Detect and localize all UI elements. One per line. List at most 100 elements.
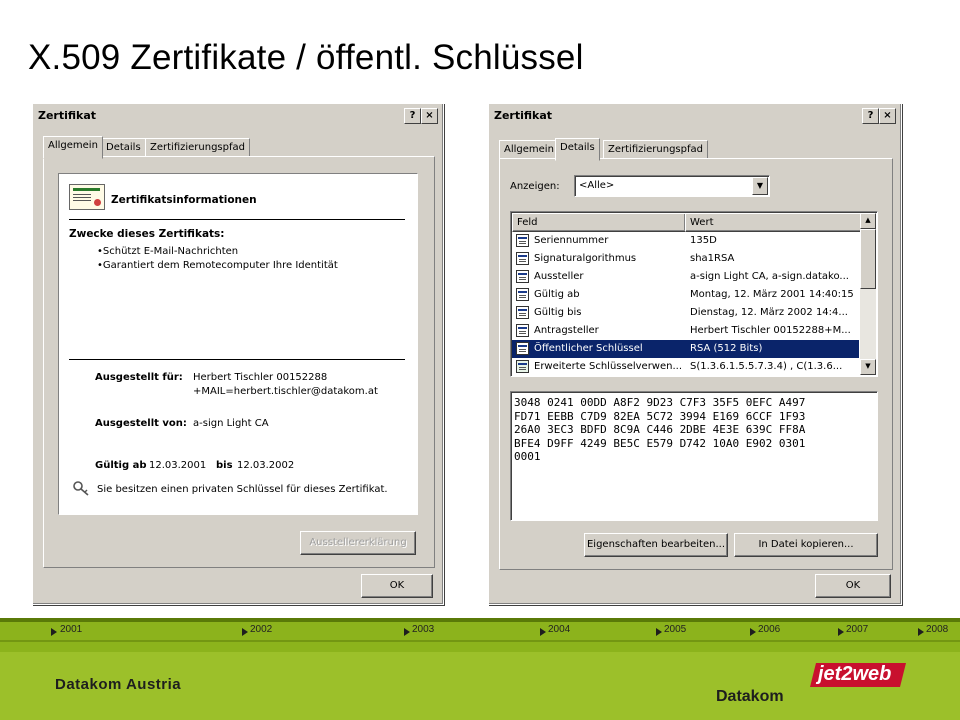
certificate-dialog-general: Zertifikat ? × Allgemein Details Zertifi… [32,103,444,605]
hex-line: 3048 0241 00DD A8F2 9D23 C7F3 35F5 0EFC … [514,396,806,409]
row-field: Öffentlicher Schlüssel [534,343,643,354]
value-detail-box[interactable]: 3048 0241 00DD A8F2 9D23 C7F3 35F5 0EFC … [510,391,878,521]
dialog-titlebar: Zertifikat ? × [491,106,899,128]
extension-icon [516,360,529,373]
scroll-up-icon[interactable]: ▲ [860,213,876,229]
table-row[interactable]: Antragsteller Herbert Tischler 00152288+M… [512,322,859,340]
close-button[interactable]: × [421,108,438,124]
copy-to-file-button[interactable]: In Datei kopieren... [734,533,878,557]
certificate-dialog-details: Zertifikat ? × Allgemein Details Zertifi… [488,103,902,605]
row-value: S(1.3.6.1.5.5.7.3.4) , C(1.3.6... [690,361,843,372]
show-dropdown[interactable]: <Alle> ▼ [574,175,770,197]
certificate-icon [69,184,105,210]
hex-line: 26A0 3EC3 BDFD 8C9A C446 2DBE 4E3E 639C … [514,423,806,436]
row-value: RSA (512 Bits) [690,343,763,354]
timeline-arrows [0,628,960,642]
tab-strip: Allgemein Details Zertifizierungspfad [43,136,433,159]
tab-allgemein[interactable]: Allgemein [499,140,559,160]
field-icon [516,288,529,301]
purposes-heading: Zwecke dieses Zertifikats: [69,228,225,240]
close-button[interactable]: × [879,108,896,124]
row-value: Herbert Tischler 00152288+M... [690,325,851,336]
valid-to-label: bis [216,460,233,471]
datakom-logo: Datakom [716,688,784,705]
field-icon [516,234,529,247]
chevron-down-icon[interactable]: ▼ [752,177,768,195]
hex-line: BFE4 D9FF 4249 BE5C E579 D742 10A0 E902 … [514,436,806,450]
show-label: Anzeigen: [510,181,560,192]
field-icon [516,342,529,355]
scroll-thumb[interactable] [860,229,876,289]
column-header-value[interactable]: Wert [685,213,863,232]
tab-strip: Allgemein Details Zertifizierungspfad [499,138,891,161]
edit-properties-button[interactable]: Eigenschaften bearbeiten... [584,533,728,557]
certificate-info-box: Zertifikatsinformationen Zwecke dieses Z… [58,173,418,515]
divider [69,219,405,220]
table-row-selected[interactable]: Öffentlicher Schlüssel RSA (512 Bits) [512,340,859,358]
key-icon [73,481,91,497]
purpose-item: •Garantiert dem Remotecomputer Ihre Iden… [97,260,338,271]
table-row[interactable]: Aussteller a-sign Light CA, a-sign.datako… [512,268,859,286]
row-field: Antragsteller [534,325,599,336]
table-row[interactable]: Gültig ab Montag, 12. März 2001 14:40:15 [512,286,859,304]
issuer-statement-button[interactable]: Ausstellererklärung [300,531,416,555]
table-row[interactable]: Erweiterte Schlüsselverwen... S(1.3.6.1.5… [512,358,859,376]
row-field: Erweiterte Schlüsselverwen... [534,361,683,372]
dialog-title: Zertifikat [494,109,553,122]
jet2web-logo-text: jet2web [818,663,892,685]
scroll-down-icon[interactable]: ▼ [860,359,876,375]
list-scrollbar[interactable]: ▲ ▼ [860,213,876,375]
slide-title: X.509 Zertifikate / öffentl. Schlüssel [28,38,584,77]
row-field: Gültig bis [534,307,582,318]
row-field: Gültig ab [534,289,580,300]
ok-button[interactable]: OK [815,574,891,598]
table-row[interactable]: Signaturalgorithmus sha1RSA [512,250,859,268]
dialog-titlebar: Zertifikat ? × [35,106,441,128]
private-key-note: Sie besitzen einen privaten Schlüssel fü… [97,484,388,495]
issued-to-name: Herbert Tischler 00152288 [193,372,328,383]
list-rows: Seriennummer 135D Signaturalgorithmus sha1… [512,232,859,375]
valid-to-value: 12.03.2002 [237,460,295,471]
issued-by-value: a-sign Light CA [193,418,269,429]
hex-line: FD71 EEBB C7D9 82EA 5C72 3994 E169 6CCF … [514,409,806,423]
issued-to-email: +MAIL=herbert.tischler@datakom.at [193,386,378,397]
help-button[interactable]: ? [862,108,879,124]
valid-from-label: Gültig ab [95,460,147,471]
field-list: Feld Wert Seriennummer 135D Signaturalgor… [510,211,878,377]
table-row[interactable]: Seriennummer 135D [512,232,859,250]
row-value: Dienstag, 12. März 2002 14:4... [690,307,848,318]
company-name: Datakom Austria [55,676,182,693]
row-value: Montag, 12. März 2001 14:40:15 [690,289,854,300]
row-field: Seriennummer [534,235,609,246]
field-icon [516,252,529,265]
row-value: sha1RSA [690,253,735,264]
help-button[interactable]: ? [404,108,421,124]
dialog-title: Zertifikat [38,109,97,122]
tab-details[interactable]: Details [101,138,146,158]
purpose-item: •Schützt E-Mail-Nachrichten [97,246,239,257]
list-header: Feld Wert [512,213,863,232]
divider [69,359,405,360]
jet2web-logo: jet2web [808,661,908,689]
tab-details[interactable]: Details [555,138,600,161]
field-icon [516,270,529,283]
issued-to-label: Ausgestellt für: [95,372,183,383]
tab-panel: Zertifikatsinformationen Zwecke dieses Z… [43,156,435,568]
tab-allgemein[interactable]: Allgemein [43,136,103,159]
row-value: a-sign Light CA, a-sign.datako... [690,271,849,282]
tab-zertifizierungspfad[interactable]: Zertifizierungspfad [145,138,250,158]
field-icon [516,306,529,319]
ok-button[interactable]: OK [361,574,433,598]
issued-by-label: Ausgestellt von: [95,418,187,429]
field-icon [516,324,529,337]
row-value: 135D [690,235,717,246]
table-row[interactable]: Gültig bis Dienstag, 12. März 2002 14:4..… [512,304,859,322]
tab-panel: Anzeigen: <Alle> ▼ Feld Wert Seriennumme… [499,158,893,570]
row-field: Signaturalgorithmus [534,253,637,264]
tab-zertifizierungspfad[interactable]: Zertifizierungspfad [603,140,708,160]
row-field: Aussteller [534,271,584,282]
hex-line: 0001 [514,450,541,463]
certificate-info-heading: Zertifikatsinformationen [111,194,257,206]
column-header-field[interactable]: Feld [512,213,686,232]
show-dropdown-value: <Alle> [579,180,615,191]
